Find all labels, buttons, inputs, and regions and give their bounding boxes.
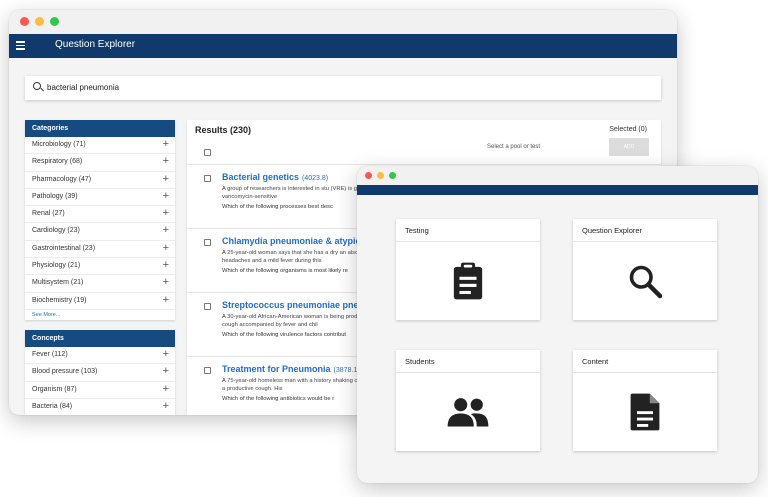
result-checkbox[interactable] [204,303,211,310]
categories-header: Categories [25,120,175,137]
search-query: bacterial pneumonia [47,83,120,92]
result-checkbox[interactable] [204,239,211,246]
content-card[interactable]: Content [573,350,717,451]
search-icon [33,82,41,90]
category-item[interactable]: Pathology (39) + [25,189,175,207]
pool-select[interactable]: Select a pool or test [487,144,540,150]
plus-icon[interactable]: + [163,242,169,254]
plus-icon[interactable]: + [163,383,169,395]
card-title: Content [573,350,717,373]
maximize-window-button[interactable] [389,172,396,179]
result-title-link[interactable]: Chlamydia pneumoniae & atypical p [222,236,379,246]
concept-item[interactable]: Fever (112) + [25,347,175,365]
category-item[interactable]: Multisystem (21) + [25,275,175,293]
plus-icon[interactable]: + [163,173,169,185]
concepts-header: Concepts [25,330,175,347]
result-checkbox[interactable] [204,175,211,182]
app-bar: Question Explorer [9,34,677,58]
card-title: Students [396,350,540,373]
add-button[interactable]: ADD [609,138,649,156]
see-more-link[interactable]: See More... [25,310,175,320]
category-item[interactable]: Renal (27) + [25,206,175,224]
plus-icon[interactable]: + [163,294,169,306]
plus-icon[interactable]: + [163,348,169,360]
app-bar [357,185,758,195]
students-card[interactable]: Students [396,350,540,451]
result-title-link[interactable]: Streptococcus pneumoniae pneum [222,300,375,310]
testing-card[interactable]: Testing [396,219,540,320]
results-title: Results (230) [195,125,252,135]
select-all-checkbox[interactable] [204,149,211,156]
plus-icon[interactable]: + [163,276,169,288]
minimize-window-button[interactable] [377,172,384,179]
categories-panel: Categories Microbiology (71) + Respirator… [25,120,175,320]
category-item[interactable]: Gastrointestinal (23) + [25,241,175,259]
category-item[interactable]: Microbiology (71) + [25,137,175,155]
result-question: Which of the following virulence factors… [222,332,347,338]
plus-icon[interactable]: + [163,224,169,236]
result-question: Which of the following organisms is most… [222,268,348,274]
maximize-window-button[interactable] [50,17,59,26]
category-item[interactable]: Cardiology (23) + [25,223,175,241]
category-item[interactable]: Respiratory (68) + [25,154,175,172]
plus-icon[interactable]: + [163,365,169,377]
minimize-window-button[interactable] [35,17,44,26]
people-icon [447,398,489,427]
plus-icon[interactable]: + [163,259,169,271]
close-window-button[interactable] [365,172,372,179]
question-explorer-card[interactable]: Question Explorer [573,219,717,320]
result-title-link[interactable]: Treatment for Pneumonia (3878.15) [222,364,364,374]
menu-icon[interactable] [16,41,25,52]
plus-icon[interactable]: + [163,138,169,150]
window-titlebar [357,166,758,185]
search-icon [629,265,663,299]
card-title: Question Explorer [573,219,717,242]
document-icon [630,393,660,431]
category-item[interactable]: Physiology (21) + [25,258,175,276]
dashboard-window: Testing Question Explorer Students Conte… [357,166,758,483]
concept-item[interactable]: Blood pressure (103) + [25,364,175,382]
plus-icon[interactable]: + [163,400,169,412]
card-title: Testing [396,219,540,242]
close-window-button[interactable] [20,17,29,26]
category-item[interactable]: Pharmacology (47) + [25,172,175,189]
result-question: Which of the following processes best de… [222,204,333,210]
concept-item[interactable]: Organism (87) + [25,382,175,399]
plus-icon[interactable]: + [163,155,169,167]
concept-item[interactable]: Bacteria (84) + [25,399,175,415]
plus-icon[interactable]: + [163,190,169,202]
app-title: Question Explorer [55,39,136,50]
selected-count: Selected (0) [609,126,647,133]
plus-icon[interactable]: + [163,207,169,219]
concepts-panel: Concepts Fever (112) + Blood pressure (10… [25,330,175,415]
window-titlebar [9,10,677,34]
result-title-link[interactable]: Bacterial genetics (4023.8) [222,172,328,182]
result-question: Which of the following antibiotics would… [222,396,335,402]
clipboard-icon [453,262,483,300]
search-input[interactable]: bacterial pneumonia [25,76,661,100]
category-item[interactable]: Biochemistry (19) + [25,293,175,310]
result-checkbox[interactable] [204,367,211,374]
